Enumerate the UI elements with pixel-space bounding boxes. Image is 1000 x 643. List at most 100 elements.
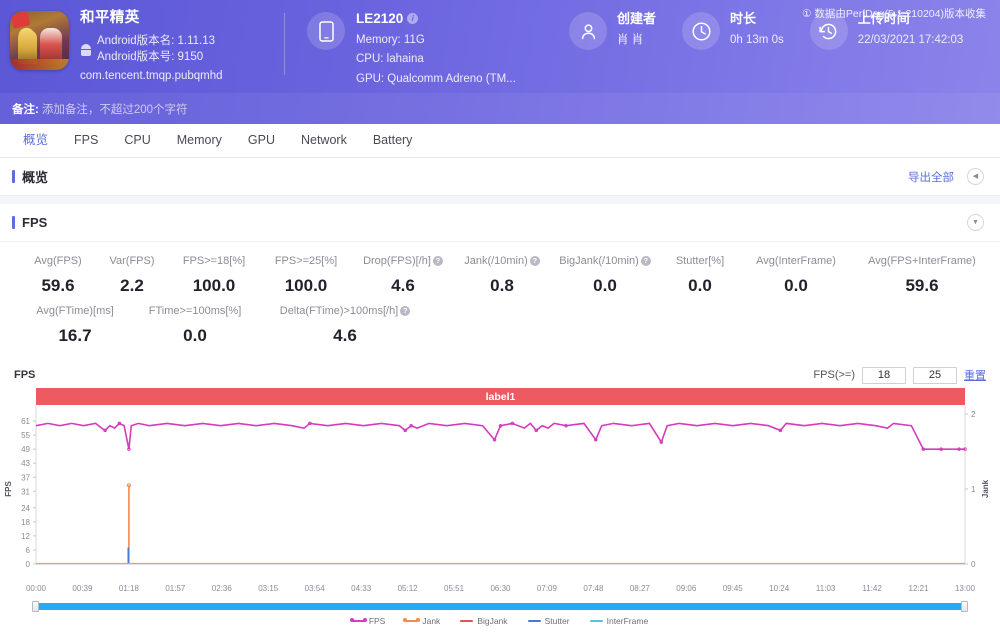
duration-block: 时长 0h 13m 0s [682,9,784,50]
fps-section-header: FPS ▼ [0,204,1000,242]
x-tick-label: 07:48 [583,584,603,593]
x-tick-label: 11:03 [816,584,835,593]
tab-battery[interactable]: Battery [360,124,426,157]
metric-label: Avg(FPS+InterFrame) [852,255,992,267]
chart-plot-area[interactable]: label1 0 6 12 18 24 31 37 43 49 55 61 0 1 2 FPS Jank [0,388,1000,584]
svg-text:0: 0 [971,560,976,569]
upload-time-value: 22/03/2021 17:42:03 [858,32,964,49]
collapse-fps-icon[interactable]: ▼ [967,214,984,231]
x-tick-label: 11:42 [862,584,881,593]
metric-label: FTime>=100ms[%] [130,305,260,317]
overview-actions: 导出全部 ◀ [908,168,984,185]
metric-value: 0.0 [130,326,260,346]
x-tick-label: 10:24 [769,584,789,593]
metric-label: FPS>=18[%] [168,255,260,267]
legend-item-bigjank[interactable]: BigJank [460,616,507,626]
help-icon[interactable]: ? [433,256,443,266]
legend-swatch [528,620,541,622]
export-all-link[interactable]: 导出全部 [908,169,954,185]
chart-title: FPS [14,369,35,381]
legend-item-fps[interactable]: FPS [352,616,386,626]
chart-legend: FPS Jank BigJank Stutter InterFrame [0,613,1000,628]
phone-icon [307,12,345,50]
help-icon[interactable]: ? [530,256,540,266]
svg-text:1: 1 [971,485,976,494]
x-tick-label: 01:18 [119,584,139,593]
device-text-block: LE2120 i Memory: 11G CPU: lahaina GPU: Q… [356,9,516,88]
legend-item-stutter[interactable]: Stutter [528,616,570,626]
fps-threshold-low-input[interactable] [862,367,906,384]
remark-label: 备注: [12,101,39,117]
svg-text:FPS: FPS [4,481,13,497]
metric-label: Stutter[%] [660,255,740,267]
metric-label: Var(FPS) [96,255,168,267]
duration-title: 时长 [730,9,784,29]
metric-jank-10min: Jank(/10min)? 0.8 [454,252,550,302]
legend-label: InterFrame [607,616,649,626]
device-memory: Memory: 11G [356,32,516,49]
range-handle-left[interactable] [32,601,39,612]
chart-x-axis-labels: 00:00 00:39 01:18 01:57 02:36 03:15 03:54 04:33… [0,584,1000,598]
x-tick-label: 03:54 [305,584,325,593]
device-gpu: GPU: Qualcomm Adreno (TM... [356,71,516,88]
x-tick-label: 08:27 [630,584,650,593]
collapse-overview-icon[interactable]: ◀ [967,168,984,185]
header-divider [284,13,285,75]
help-icon[interactable]: ? [641,256,651,266]
legend-item-interframe[interactable]: InterFrame [590,616,649,626]
remark-bar[interactable]: 备注: 添加备注，不超过200个字符 [0,93,1000,124]
duration-text: 时长 0h 13m 0s [730,9,784,49]
metric-value: 2.2 [96,276,168,296]
tab-fps[interactable]: FPS [61,124,111,157]
x-tick-label: 02:36 [212,584,232,593]
metric-value: 0.0 [660,276,740,296]
reset-link[interactable]: 重置 [964,367,986,383]
tab-overview[interactable]: 概览 [10,124,61,157]
remark-placeholder[interactable]: 添加备注，不超过200个字符 [42,101,188,117]
device-info-block: LE2120 i Memory: 11G CPU: lahaina GPU: Q… [307,9,543,88]
perfdog-version-note: ① 数据由PerfDog(5.1.210204)版本收集 [802,6,986,21]
svg-text:6: 6 [26,546,31,555]
fps-title: FPS [12,215,47,230]
metric-fps-18: FPS>=18[%] 100.0 [168,252,260,302]
metric-value: 100.0 [260,276,352,296]
android-version-name: Android版本名: 1.11.13 [97,35,215,47]
svg-text:2: 2 [971,410,976,419]
tab-gpu[interactable]: GPU [235,124,288,157]
legend-label: BigJank [477,616,507,626]
svg-text:37: 37 [21,473,30,482]
svg-text:49: 49 [21,445,30,454]
duration-value: 0h 13m 0s [730,32,784,49]
help-icon[interactable]: ? [400,306,410,316]
x-tick-label: 07:09 [537,584,557,593]
svg-text:0: 0 [26,560,31,569]
legend-swatch [590,620,603,622]
section-spacer [0,196,1000,204]
chart-range-slider[interactable] [36,601,964,612]
x-tick-label: 06:30 [490,584,510,593]
range-track[interactable] [36,603,964,610]
app-package-name: com.tencent.tmqp.pubqmhd [80,69,223,84]
legend-label: Jank [422,616,440,626]
metric-ftime-100ms: FTime>=100ms[%] 0.0 [130,302,260,352]
tab-memory[interactable]: Memory [164,124,235,157]
x-tick-label: 13:00 [955,584,975,593]
tab-network[interactable]: Network [288,124,360,157]
x-tick-label: 03:15 [258,584,278,593]
legend-item-jank[interactable]: Jank [405,616,440,626]
creator-block: 创建者 肖 肖 [569,9,656,50]
metric-value: 0.0 [740,276,852,296]
tab-cpu[interactable]: CPU [111,124,163,157]
chart-toolbar: FPS FPS(>=) 重置 [0,364,1000,386]
range-handle-right[interactable] [961,601,968,612]
device-info-icon[interactable]: i [407,13,418,24]
svg-text:31: 31 [21,487,30,496]
x-tick-label: 00:00 [26,584,46,593]
metric-stutter: Stutter[%] 0.0 [660,252,740,302]
fps-threshold-label: FPS(>=) [813,369,855,381]
legend-swatch [405,620,418,622]
x-tick-label: 05:12 [398,584,418,593]
fps-threshold-high-input[interactable] [913,367,957,384]
clock-icon [682,12,720,50]
metric-label: Avg(FTime)[ms] [20,305,130,317]
